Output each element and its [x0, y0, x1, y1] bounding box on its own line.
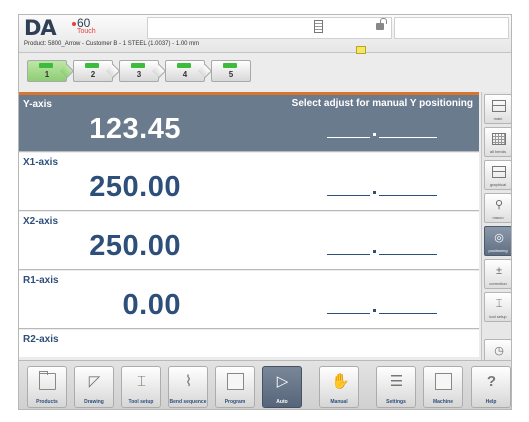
step-1[interactable]: 1 [27, 60, 75, 82]
axis-entry-field[interactable] [327, 309, 437, 314]
header-info-field [147, 17, 392, 39]
axis-entry-field[interactable] [327, 250, 437, 255]
axis-entry-field[interactable] [327, 133, 437, 138]
sidebar-correction-button[interactable]: ± correction [484, 259, 511, 289]
positioning-icon: ◎ [494, 232, 504, 244]
toolbar-label: Settings [386, 399, 406, 405]
machine-icon [435, 373, 452, 390]
help-icon: ? [486, 373, 497, 390]
correction-icon: ± [495, 265, 503, 277]
folder-icon [39, 371, 56, 390]
step-2[interactable]: 2 [73, 60, 121, 82]
all-bends-icon [492, 133, 506, 145]
toolbar-label: Manual [330, 399, 348, 405]
step-5[interactable]: 5 [211, 60, 251, 82]
axis-value: 250.00 [89, 230, 181, 262]
toolbar-label: Auto [276, 399, 288, 405]
axis-row-y[interactable]: Y-axis Select adjust for manual Y positi… [19, 92, 479, 152]
calculator-icon[interactable] [314, 20, 323, 33]
bend-sequence-button[interactable]: ⌇ Bend sequence [168, 366, 208, 408]
sidebar-label: all bends [489, 149, 506, 154]
settings-button[interactable]: ☰ Settings [376, 366, 416, 408]
axis-entry-field[interactable] [327, 191, 437, 196]
header-status-field [394, 17, 509, 39]
toolbar-label: Bend sequence [169, 399, 207, 405]
manual-button[interactable]: ✋ Manual [319, 366, 359, 408]
toolbar-label: Help [485, 399, 497, 405]
sidebar-macro-button[interactable]: ⚲ macro [484, 193, 511, 223]
toolbar-label: Products [36, 399, 58, 405]
axis-name: X1-axis [23, 157, 59, 168]
sidebar-label: macro [492, 215, 504, 220]
products-button[interactable]: Products [27, 366, 67, 408]
drawing-icon: ◸ [88, 373, 101, 390]
drawing-button[interactable]: ◸ Drawing [74, 366, 114, 408]
graphical-icon [492, 166, 506, 178]
step-status-icon [85, 63, 99, 68]
settings-icon: ☰ [389, 373, 404, 390]
app-window: DA 60 Touch Product: 5800_Arrow - Custom… [18, 14, 512, 410]
step-status-icon [131, 63, 145, 68]
lock-icon[interactable] [376, 18, 387, 30]
toolbar-label: Machine [432, 399, 453, 405]
logo: DA 60 Touch [24, 16, 144, 40]
sidebar-positioning-button[interactable]: ◎ positioning [484, 226, 511, 256]
edition-label: Touch [77, 28, 96, 35]
axis-name: R1-axis [23, 275, 59, 286]
axis-value: 250.00 [89, 171, 181, 203]
tool-setup-button[interactable]: ⌶ Tool setup [121, 366, 161, 408]
diagnostics-icon: ◷ [494, 345, 504, 357]
sidebar-graphical-button[interactable]: graphical [484, 160, 511, 190]
header: DA 60 Touch Product: 5800_Arrow - Custom… [19, 15, 511, 54]
axis-value: 0.00 [122, 289, 181, 321]
axis-hint: Select adjust for manual Y positioning [291, 98, 473, 109]
bend-sequence-icon: ⌇ [184, 373, 193, 390]
sidebar-tool-setup-button[interactable]: ⌶ tool setup [484, 292, 511, 322]
step-3[interactable]: 3 [119, 60, 167, 82]
tool-setup-icon: ⌶ [136, 373, 146, 390]
step-number: 5 [228, 70, 234, 79]
sidebar-label: correction [489, 281, 507, 286]
axis-name: Y-axis [23, 99, 52, 110]
program-button[interactable]: Program [215, 366, 255, 408]
step-status-icon [177, 63, 191, 68]
auto-button[interactable]: ▷ Auto [262, 366, 302, 408]
tool-setup-icon: ⌶ [495, 298, 503, 310]
toolbar-label: Program [224, 399, 246, 405]
product-info: Product: 5800_Arrow - Customer B - 1 STE… [24, 41, 200, 47]
play-icon: ▷ [276, 373, 289, 390]
axis-value: 123.45 [89, 113, 181, 145]
axis-name: X2-axis [23, 216, 59, 227]
help-button[interactable]: ? Help [471, 366, 511, 408]
sidebar-label: graphical [489, 182, 507, 187]
step-4[interactable]: 4 [165, 60, 213, 82]
note-icon[interactable] [356, 46, 366, 54]
toolbar-label: Tool setup [128, 399, 154, 405]
axis-row-r1[interactable]: R1-axis 0.00 [19, 271, 479, 329]
machine-button[interactable]: Machine [423, 366, 463, 408]
axis-panel: Y-axis Select adjust for manual Y positi… [19, 92, 479, 357]
sidebar-label: tool setup [489, 314, 507, 319]
main-view-icon [492, 100, 506, 112]
sidebar-all-bends-button[interactable]: all bends [484, 127, 511, 157]
main-toolbar: Products ◸ Drawing ⌶ Tool setup ⌇ Bend s… [19, 360, 511, 409]
axis-name: R2-axis [23, 334, 59, 345]
program-icon [227, 373, 244, 390]
sidebar-main-button[interactable]: main [484, 94, 511, 124]
brand-name: DA [24, 16, 57, 40]
step-status-icon [223, 63, 237, 68]
axis-row-x1[interactable]: X1-axis 250.00 [19, 153, 479, 211]
sidebar-label: positioning [488, 248, 508, 253]
step-status-icon [39, 63, 53, 68]
axis-row-x2[interactable]: X2-axis 250.00 [19, 212, 479, 270]
view-sidebar: main all bends graphical ⚲ macro ◎ posit… [481, 92, 511, 369]
zoom-icon: ⚲ [494, 199, 504, 211]
toolbar-label: Drawing [84, 399, 104, 405]
axis-row-r2[interactable]: R2-axis [19, 330, 479, 357]
sidebar-label: main [493, 116, 503, 121]
hand-icon: ✋ [331, 373, 350, 390]
